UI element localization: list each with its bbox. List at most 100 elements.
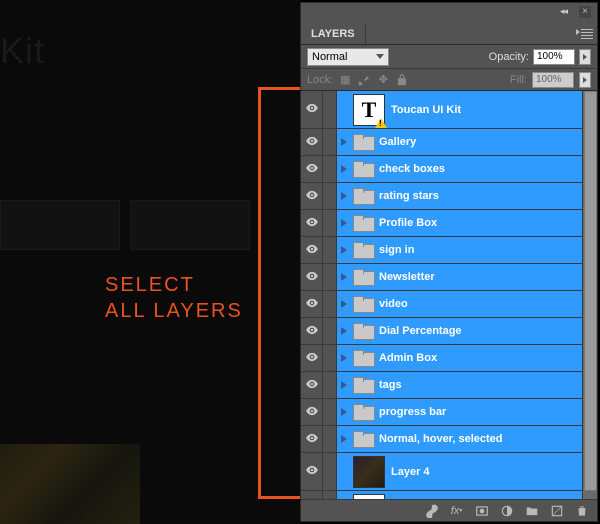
panel-footer: fx▾ [301, 499, 597, 521]
link-column [323, 210, 337, 236]
canvas-background: Kit [0, 0, 300, 524]
lock-position-icon[interactable]: ✥ [376, 73, 390, 87]
lock-all-icon[interactable] [395, 73, 409, 87]
layer-item[interactable]: Layer 4 [337, 453, 597, 490]
opacity-flyout-icon[interactable] [579, 49, 591, 65]
layer-thumbnail [353, 494, 385, 500]
scrollbar-track[interactable] [582, 91, 597, 499]
expand-triangle-icon[interactable] [341, 246, 347, 254]
visibility-toggle[interactable] [301, 426, 323, 452]
expand-triangle-icon[interactable] [341, 138, 347, 146]
layer-item[interactable]: Newsletter [337, 264, 597, 290]
expand-triangle-icon[interactable] [341, 219, 347, 227]
eye-icon [305, 296, 319, 313]
link-column [323, 183, 337, 209]
layer-item[interactable]: Gallery [337, 129, 597, 155]
layer-item[interactable]: Admin Box [337, 345, 597, 371]
lock-brush-icon[interactable] [357, 73, 371, 87]
expand-triangle-icon[interactable] [341, 327, 347, 335]
visibility-toggle[interactable] [301, 237, 323, 263]
visibility-toggle[interactable] [301, 372, 323, 398]
opacity-input[interactable]: 100% [533, 49, 575, 65]
expand-triangle-icon[interactable] [341, 354, 347, 362]
tab-layers[interactable]: LAYERS [301, 24, 366, 44]
layer-item[interactable]: T Toucan UI Kit [337, 91, 597, 128]
eye-icon [305, 431, 319, 448]
link-column [323, 237, 337, 263]
expand-triangle-icon[interactable] [341, 300, 347, 308]
link-column [323, 372, 337, 398]
layer-item[interactable]: tags [337, 372, 597, 398]
eye-icon [305, 463, 319, 480]
flyout-menu-icon[interactable] [578, 27, 593, 39]
fill-label: Fill: [510, 74, 527, 86]
folder-icon [353, 269, 373, 285]
visibility-toggle[interactable] [301, 318, 323, 344]
layer-thumbnail [353, 456, 385, 488]
delete-layer-icon[interactable] [574, 503, 589, 518]
layer-name: sign in [379, 244, 414, 256]
layer-mask-icon[interactable] [474, 503, 489, 518]
expand-triangle-icon[interactable] [341, 165, 347, 173]
folder-icon [353, 323, 373, 339]
layer-item[interactable]: check boxes [337, 156, 597, 182]
bg-toucan-image [0, 444, 140, 524]
fill-input[interactable]: 100% [532, 72, 574, 88]
bg-dim-box [130, 200, 250, 250]
layer-style-icon[interactable]: fx▾ [449, 503, 464, 518]
bg-dim-boxes [0, 200, 250, 280]
expand-triangle-icon[interactable] [341, 435, 347, 443]
close-icon[interactable]: × [579, 6, 591, 18]
layer-item[interactable]: Dial Percentage [337, 318, 597, 344]
visibility-toggle[interactable] [301, 129, 323, 155]
visibility-toggle[interactable] [301, 453, 323, 490]
layer-item[interactable]: progress bar [337, 399, 597, 425]
layer-row: check boxes [301, 156, 597, 183]
layer-name: tags [379, 379, 402, 391]
blend-mode-select[interactable]: Normal [307, 48, 389, 66]
layer-item[interactable]: Normal, hover, selected [337, 426, 597, 452]
adjustment-layer-icon[interactable] [499, 503, 514, 518]
annotation-line2: ALL LAYERS [105, 300, 243, 322]
bg-dim-box [0, 200, 120, 250]
visibility-toggle[interactable] [301, 291, 323, 317]
visibility-toggle[interactable] [301, 491, 323, 499]
visibility-toggle[interactable] [301, 91, 323, 128]
scrollbar-thumb[interactable] [584, 91, 597, 491]
link-layers-icon[interactable] [424, 503, 439, 518]
expand-triangle-icon[interactable] [341, 408, 347, 416]
collapse-icon[interactable]: ◂◂ [560, 6, 567, 17]
type-layer-thumbnail: T [353, 94, 385, 126]
expand-triangle-icon[interactable] [341, 381, 347, 389]
layer-name: Toucan UI Kit [391, 104, 461, 116]
new-group-icon[interactable] [524, 503, 539, 518]
visibility-toggle[interactable] [301, 264, 323, 290]
link-column [323, 156, 337, 182]
annotation-text: SELECT ALL LAYERS [105, 272, 243, 324]
folder-icon [353, 134, 373, 150]
layer-item[interactable]: Profile Box [337, 210, 597, 236]
folder-icon [353, 431, 373, 447]
lock-transparency-icon[interactable]: ▦ [338, 73, 352, 87]
visibility-toggle[interactable] [301, 183, 323, 209]
folder-icon [353, 377, 373, 393]
visibility-toggle[interactable] [301, 210, 323, 236]
visibility-toggle[interactable] [301, 399, 323, 425]
layer-item[interactable]: sign in [337, 237, 597, 263]
layer-item[interactable]: rating stars [337, 183, 597, 209]
folder-icon [353, 161, 373, 177]
layer-row: video [301, 291, 597, 318]
visibility-toggle[interactable] [301, 345, 323, 371]
layer-row: tags [301, 372, 597, 399]
expand-triangle-icon[interactable] [341, 192, 347, 200]
expand-triangle-icon[interactable] [341, 273, 347, 281]
new-layer-icon[interactable] [549, 503, 564, 518]
fill-flyout-icon[interactable] [579, 72, 591, 88]
layer-row: rating stars [301, 183, 597, 210]
layer-item[interactable]: video [337, 291, 597, 317]
link-column [323, 129, 337, 155]
visibility-toggle[interactable] [301, 156, 323, 182]
eye-icon [305, 134, 319, 151]
layer-row: Admin Box [301, 345, 597, 372]
layer-item[interactable]: Layer 0fx [337, 491, 597, 499]
